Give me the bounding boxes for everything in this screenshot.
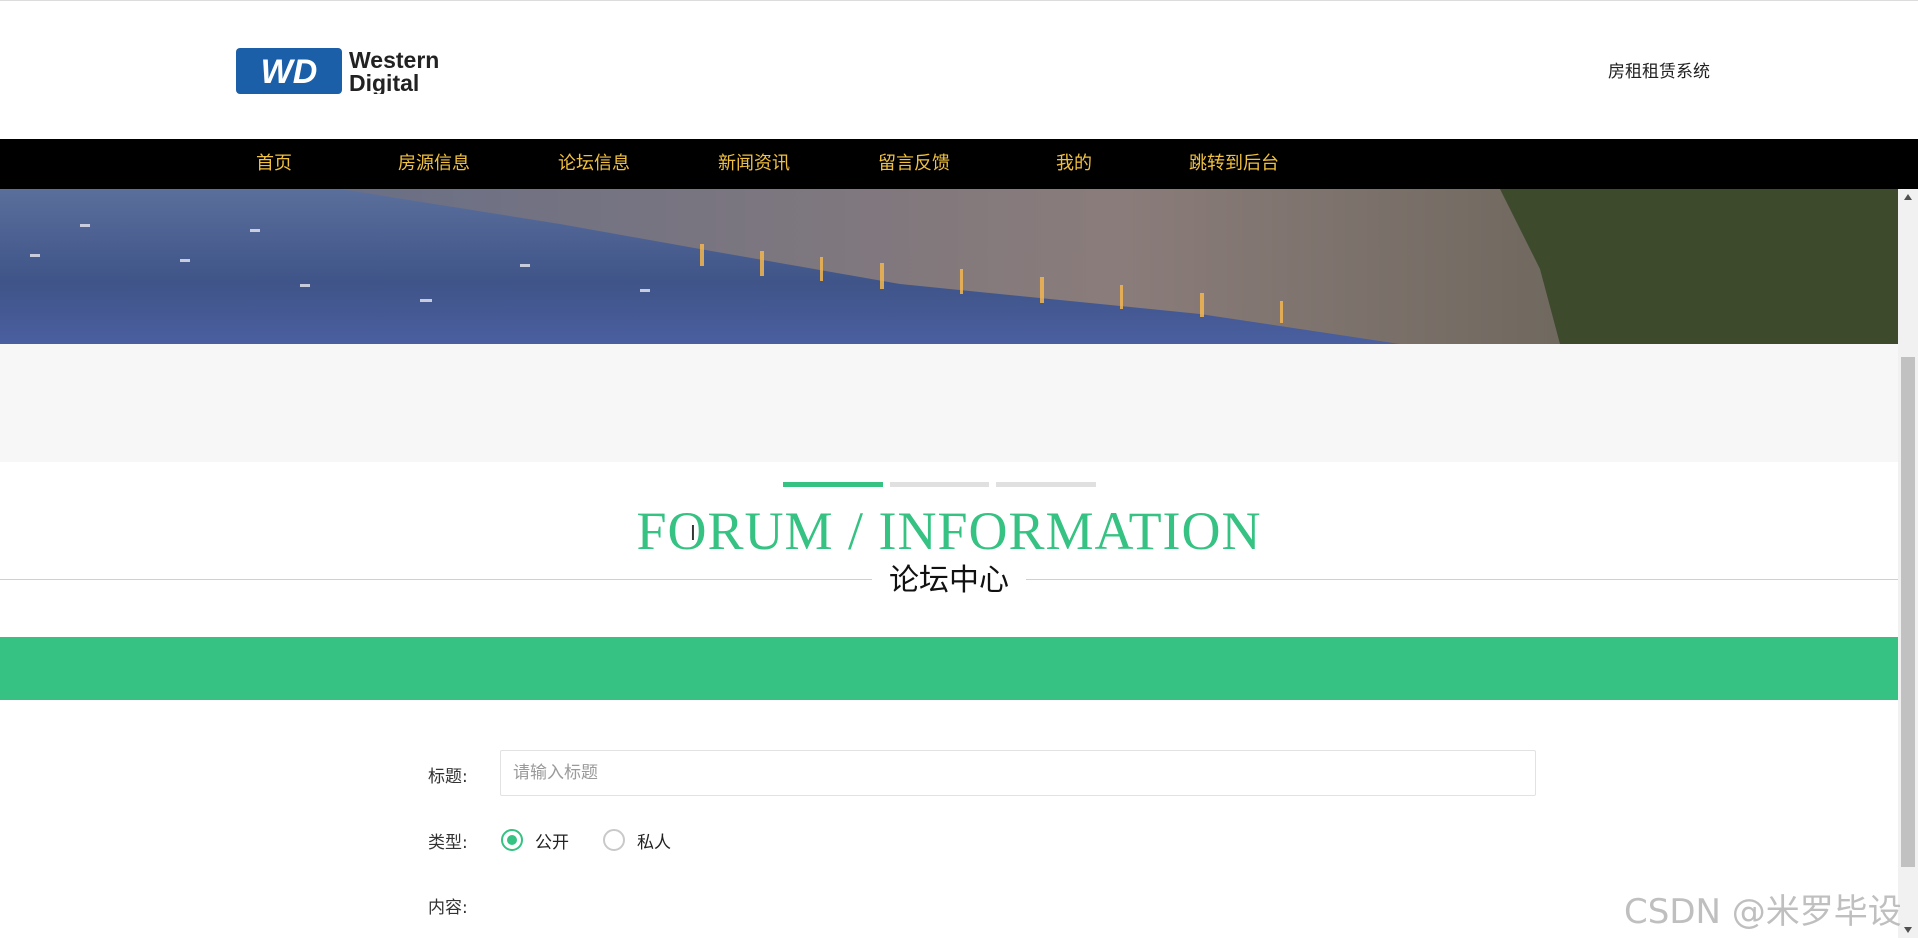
gray-band <box>0 344 1898 462</box>
section-title-en: FORUM / INFORMATION <box>636 501 1262 561</box>
radio-checked-icon <box>501 829 523 851</box>
content-label: 内容: <box>428 898 468 918</box>
nav-item-news[interactable]: 新闻资讯 <box>674 139 834 189</box>
title-input[interactable] <box>500 750 1536 796</box>
title-label: 标题: <box>428 767 468 787</box>
indicator <box>996 482 1096 487</box>
scroll-thumb[interactable] <box>1901 357 1915 867</box>
scroll-up-icon[interactable] <box>1898 189 1918 205</box>
nav-item-mine[interactable]: 我的 <box>994 139 1154 189</box>
radio-unchecked-icon <box>603 829 625 851</box>
nav-item-forum[interactable]: 论坛信息 <box>514 139 674 189</box>
western-digital-logo[interactable]: WD Western Digital <box>236 47 471 96</box>
page-scrollbar[interactable] <box>1898 189 1918 938</box>
slider-indicators <box>783 482 1096 487</box>
site-name: 房租租赁系统 <box>1608 62 1710 82</box>
banner-image <box>0 189 1898 344</box>
main-nav: 首页 房源信息 论坛信息 新闻资讯 留言反馈 我的 跳转到后台 <box>0 139 1918 189</box>
logo-line2: Digital <box>349 70 419 94</box>
nav-item-feedback[interactable]: 留言反馈 <box>834 139 994 189</box>
radio-private-label: 私人 <box>637 832 671 853</box>
watermark: CSDN @米罗毕设 <box>1624 892 1902 932</box>
green-band <box>0 637 1898 700</box>
type-label: 类型: <box>428 833 468 853</box>
nav-item-listings[interactable]: 房源信息 <box>354 139 514 189</box>
text-cursor-icon: I <box>690 521 696 545</box>
radio-public[interactable]: 公开 <box>501 827 569 853</box>
radio-private[interactable]: 私人 <box>603 827 671 853</box>
logo-mark: WD <box>261 53 318 91</box>
radio-public-label: 公开 <box>535 832 569 853</box>
nav-item-home[interactable]: 首页 <box>194 139 354 189</box>
site-header: WD Western Digital 房租租赁系统 <box>0 1 1918 139</box>
section-title-cn: 论坛中心 <box>872 561 1026 601</box>
nav-item-admin[interactable]: 跳转到后台 <box>1154 139 1314 189</box>
indicator <box>890 482 989 487</box>
indicator-active <box>783 482 883 487</box>
